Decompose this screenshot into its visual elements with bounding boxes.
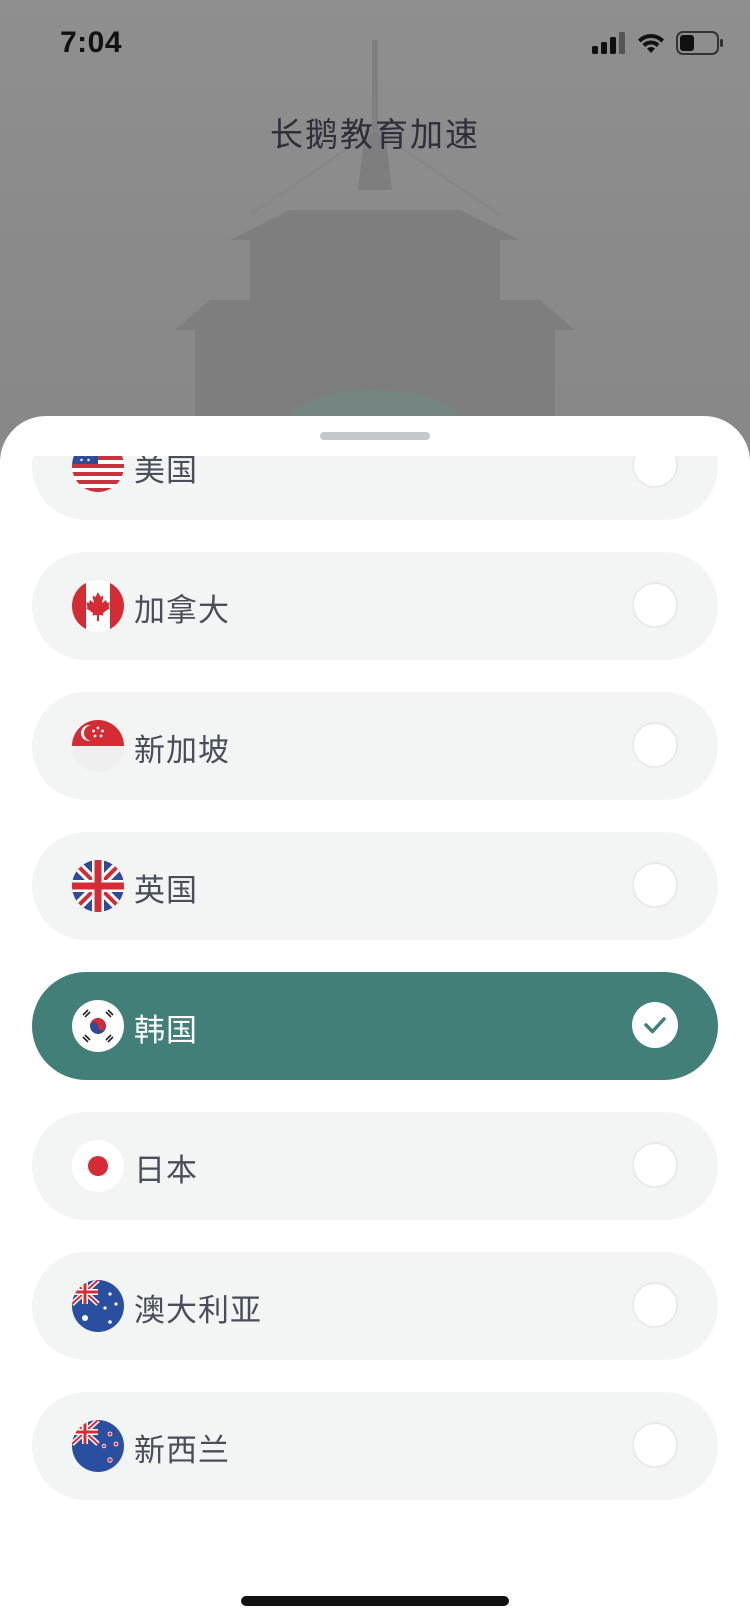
region-label: 澳大利亚 (134, 1293, 262, 1329)
region-list-viewport[interactable]: 美国 加拿大 新加坡 英国 韩国 日本 澳大利亚 新西兰 (0, 456, 750, 1586)
status-bar: 7:04 (0, 0, 750, 90)
uk-flag-icon (72, 860, 124, 912)
home-indicator[interactable] (241, 1596, 509, 1606)
sheet-grabber[interactable] (320, 432, 430, 440)
region-picker-sheet: 美国 加拿大 新加坡 英国 韩国 日本 澳大利亚 新西兰 (0, 416, 750, 1624)
region-label: 加拿大 (134, 593, 230, 629)
app-title: 长鹅教育加速 (270, 115, 480, 154)
status-icons (592, 30, 724, 60)
region-row-australia[interactable]: 澳大利亚 (32, 1252, 718, 1360)
region-row-canada[interactable]: 加拿大 (32, 552, 718, 660)
radio-unchecked[interactable] (632, 1142, 678, 1188)
region-row-uk[interactable]: 英国 (32, 832, 718, 940)
radio-unchecked[interactable] (632, 1422, 678, 1468)
korea-flag-icon (72, 1000, 124, 1052)
australia-flag-icon (72, 1280, 124, 1332)
region-label: 英国 (134, 873, 198, 909)
battery-icon (676, 31, 724, 59)
canada-flag-icon (72, 580, 124, 632)
japan-flag-icon (72, 1140, 124, 1192)
region-label: 韩国 (134, 1013, 198, 1049)
cellular-signal-icon (592, 32, 626, 58)
radio-unchecked[interactable] (632, 582, 678, 628)
radio-unchecked[interactable] (632, 1282, 678, 1328)
new-zealand-flag-icon (72, 1420, 124, 1472)
region-row-us[interactable]: 美国 (32, 456, 718, 520)
region-label: 新西兰 (134, 1433, 230, 1469)
region-list: 美国 加拿大 新加坡 英国 韩国 日本 澳大利亚 新西兰 (32, 456, 718, 1532)
region-row-japan[interactable]: 日本 (32, 1112, 718, 1220)
radio-unchecked[interactable] (632, 862, 678, 908)
status-time: 7:04 (60, 26, 123, 59)
region-row-korea[interactable]: 韩国 (32, 972, 718, 1080)
region-label: 新加坡 (134, 733, 230, 769)
us-flag-icon (72, 456, 124, 492)
radio-checked[interactable] (632, 1002, 678, 1048)
radio-unchecked[interactable] (632, 722, 678, 768)
checkmark-icon (644, 1017, 666, 1034)
wifi-icon (636, 32, 666, 58)
region-row-new-zealand[interactable]: 新西兰 (32, 1392, 718, 1500)
region-label: 美国 (134, 456, 198, 489)
region-label: 日本 (134, 1153, 198, 1189)
region-row-singapore[interactable]: 新加坡 (32, 692, 718, 800)
singapore-flag-icon (72, 720, 124, 772)
radio-unchecked[interactable] (632, 456, 678, 488)
